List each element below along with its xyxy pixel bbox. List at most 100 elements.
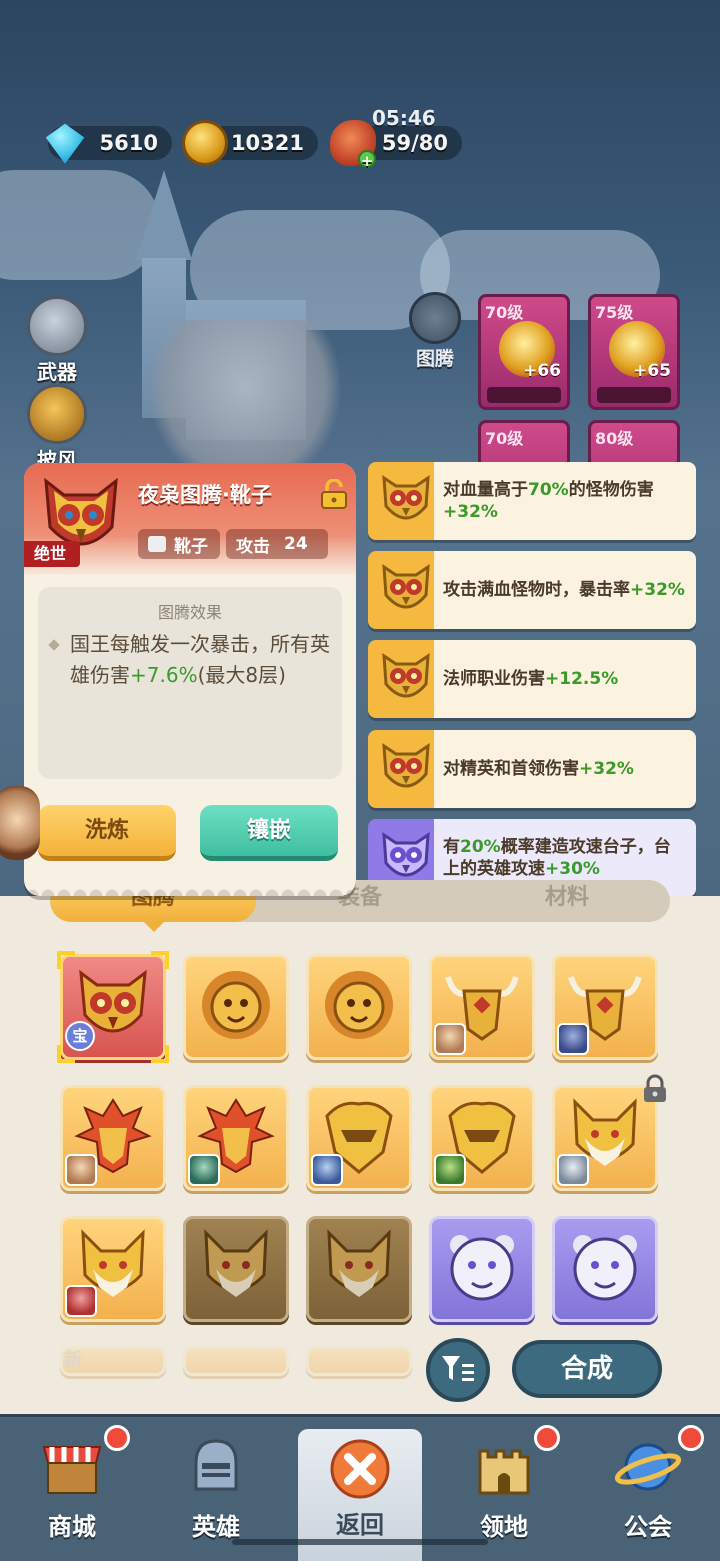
hero-avatar [557, 1154, 589, 1186]
system-home-indicator[interactable] [232, 1539, 488, 1545]
nav-territory-label: 领地 [480, 1513, 528, 1541]
weapon-label: 武器 [37, 360, 77, 384]
slot-level: 80级 [595, 429, 634, 448]
gem-counter[interactable]: 5610 [45, 123, 172, 164]
slot-level: 70级 [485, 429, 524, 448]
tab-material[interactable]: 材料 [464, 880, 670, 922]
slot-bonus: +65 [633, 361, 671, 381]
totem-item[interactable] [306, 954, 412, 1060]
hero-avatar [311, 1154, 343, 1186]
cape-button[interactable]: 披风 [22, 384, 92, 473]
totem-bonus-card: 法师职业伤害+12.5% [368, 640, 696, 718]
popup-scallop-edge [24, 882, 356, 896]
slot-level: 70级 [485, 303, 524, 322]
totem-button[interactable]: 图腾 [402, 292, 468, 371]
polar-bear-totem-icon [450, 1235, 514, 1301]
totem-item-unowned[interactable] [183, 1216, 289, 1322]
hero-avatar [65, 1154, 97, 1186]
selection-corner [151, 1045, 169, 1063]
owl-totem-icon [382, 564, 430, 609]
totem-bonus-card: 对血量高于70%的怪物伤害 +32% [368, 462, 696, 540]
effect-title: 图腾效果 [157, 603, 222, 622]
selection-corner [57, 1045, 75, 1063]
totem-item[interactable] [306, 1346, 412, 1376]
nav-guild-label: 公会 [624, 1513, 672, 1541]
slot-type-chip: 靴子 [138, 529, 220, 559]
owl-totem-icon [382, 653, 430, 698]
knight-helmet-icon [194, 1439, 238, 1491]
slot-stars [487, 387, 561, 403]
castle-roof [136, 170, 192, 260]
nav-back-label: 返回 [336, 1511, 384, 1539]
combine-button[interactable]: 合成 [512, 1340, 662, 1398]
slot-stars [597, 387, 671, 403]
equipped-slot[interactable]: 70级 +66 [478, 294, 570, 410]
totem-item[interactable] [183, 1085, 289, 1191]
totem-item[interactable] [183, 954, 289, 1060]
peeking-character [0, 786, 40, 860]
totem-item[interactable] [429, 1085, 535, 1191]
bonus-text: 攻击满血怪物时，暴击率+32% [443, 580, 685, 600]
totem-item[interactable] [60, 1085, 166, 1191]
totem-effect-box: 图腾效果 国王每触发一次暴击，所有英雄伤害+7.6%(最大8层) [38, 587, 342, 779]
notification-dot [534, 1425, 560, 1451]
totem-item[interactable] [183, 1346, 289, 1376]
new-item-label: 新 [64, 1350, 82, 1371]
polar-bear-totem-icon [573, 1235, 637, 1301]
selection-corner [151, 951, 169, 969]
slot-type: 靴子 [174, 536, 208, 557]
totem-item-selected[interactable]: 宝 [57, 951, 169, 1063]
weapon-icon [27, 296, 87, 356]
totem-bonus-card: 攻击满血怪物时，暴击率+32% [368, 551, 696, 629]
totem-item[interactable] [429, 1216, 535, 1322]
lion-totem-icon [202, 971, 270, 1039]
filter-button[interactable] [426, 1338, 490, 1402]
hero-avatar [434, 1023, 466, 1055]
equipped-slot[interactable]: 75级 +65 [588, 294, 680, 410]
add-stamina-icon[interactable]: + [358, 150, 376, 170]
hero-avatar [65, 1285, 97, 1317]
attack-stat-chip: 攻击 24 [226, 529, 328, 559]
stat-name: 攻击 [236, 536, 270, 557]
totem-item[interactable] [306, 1085, 412, 1191]
stat-value: 24 [284, 534, 308, 554]
shop-stall-icon [42, 1446, 102, 1494]
purple-owl-totem-icon [382, 832, 430, 877]
mythic-grade-tag: 绝世 [24, 541, 80, 567]
totem-icon [409, 292, 461, 344]
totem-item[interactable] [552, 954, 658, 1060]
weapon-button[interactable]: 武器 [22, 296, 92, 385]
slot-level: 75级 [595, 303, 634, 322]
bonus-text: 对血量高于70%的怪物伤害 +32% [443, 480, 654, 522]
boot-icon [148, 536, 166, 552]
notification-dot [104, 1425, 130, 1451]
owl-totem-icon [382, 475, 430, 520]
tab-pointer [144, 922, 164, 932]
fox-totem-icon [327, 1229, 391, 1297]
gem-amount: 5610 [99, 131, 158, 155]
slot-bonus: +66 [523, 361, 561, 381]
fox-totem-icon [204, 1229, 268, 1297]
gold-counter[interactable]: 10321 [182, 120, 318, 166]
effect-description: 国王每触发一次暴击，所有英雄伤害+7.6%(最大8层) [70, 632, 330, 687]
totem-item[interactable] [552, 1216, 658, 1322]
cape-icon [27, 384, 87, 444]
owl-totem-icon [382, 743, 430, 788]
inlay-button[interactable]: 镶嵌 [200, 805, 338, 861]
selection-corner [57, 951, 75, 969]
stamina-counter[interactable]: + 59/80 [330, 120, 462, 170]
filter-icon [442, 1356, 474, 1381]
unlock-icon[interactable] [320, 479, 348, 509]
totem-item[interactable] [429, 954, 535, 1060]
refine-button[interactable]: 洗炼 [38, 805, 176, 861]
totem-title: 夜枭图腾·靴子 [138, 483, 272, 507]
totem-item[interactable] [60, 1216, 166, 1322]
nav-heroes-label: 英雄 [192, 1513, 240, 1541]
hero-avatar [557, 1023, 589, 1055]
castle-icon [478, 1449, 530, 1495]
totem-bonus-card: 对精英和首领伤害+32% [368, 730, 696, 808]
notification-dot [678, 1425, 704, 1451]
totem-detail-popup: 绝世 夜枭图腾·靴子 靴子 攻击 24 图腾效果 国王每触发一次暴击，所有英雄伤… [24, 463, 356, 896]
totem-item-unowned[interactable] [306, 1216, 412, 1322]
bonus-text: 对精英和首领伤害+32% [443, 759, 634, 779]
